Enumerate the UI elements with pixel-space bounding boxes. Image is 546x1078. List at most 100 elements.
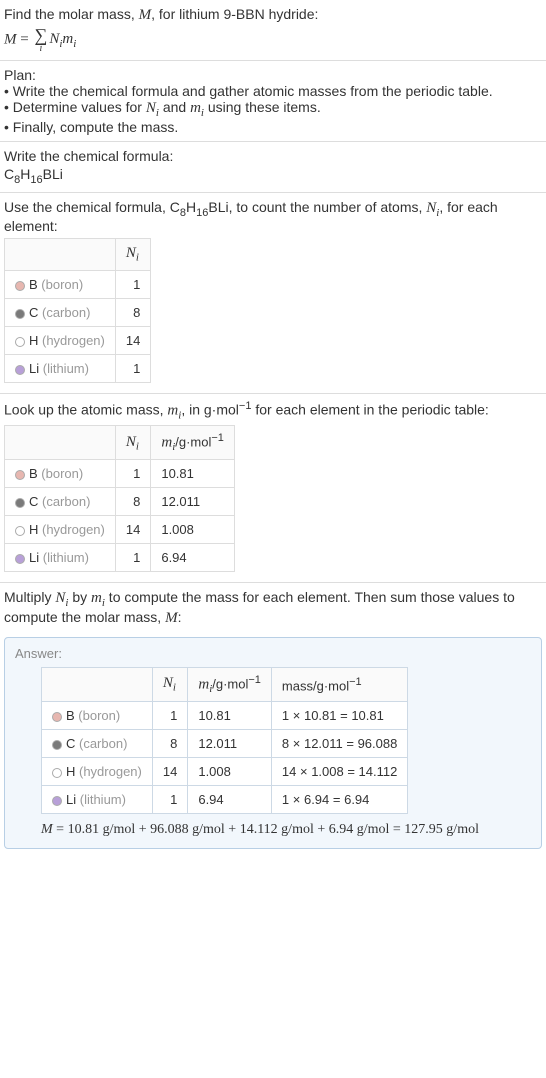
element-swatch-icon (15, 365, 25, 375)
value-cell: 8 (115, 298, 150, 326)
element-swatch-icon (52, 740, 62, 750)
col-N-i: i (136, 252, 139, 264)
value-cell: 10.81 (151, 460, 235, 488)
table-row: H (hydrogen)141.00814 × 1.008 = 14.112 (42, 758, 408, 786)
element-cell: C (carbon) (5, 488, 116, 516)
eq-mi: i (73, 38, 76, 50)
table-row: Li (lithium)1 (5, 354, 151, 382)
element-name: (carbon) (75, 736, 127, 751)
plan-b2-m: m (190, 100, 201, 116)
table-row: B (boron)1 (5, 270, 151, 298)
element-swatch-icon (15, 281, 25, 291)
answer-label: Answer: (15, 646, 531, 661)
element-symbol: C (66, 736, 75, 751)
element-symbol: H (29, 522, 38, 537)
acol-unit: /g·mol (212, 676, 248, 691)
plan-bullet-3: • Finally, compute the mass. (4, 119, 542, 135)
value-cell: 14 (152, 758, 187, 786)
cf-16: 16 (30, 174, 42, 186)
element-cell: B (boron) (42, 702, 153, 730)
intro-section: Find the molar mass, M, for lithium 9-BB… (0, 0, 546, 61)
element-symbol: B (29, 466, 38, 481)
acol-m: m (198, 676, 209, 692)
mcol-unit: /g·mol (175, 435, 211, 450)
element-name: (hydrogen) (38, 522, 104, 537)
acol-N: N (163, 675, 173, 691)
mass-m: m (167, 403, 178, 419)
value-cell: 1 × 6.94 = 6.94 (271, 786, 407, 814)
cf2-H: H (186, 199, 196, 215)
element-name: (boron) (38, 466, 84, 481)
sigma-index: i (40, 44, 43, 54)
value-cell: 8 × 12.011 = 96.088 (271, 730, 407, 758)
final-calculation: M = 10.81 g/mol + 96.088 g/mol + 14.112 … (41, 822, 531, 838)
plan-bullet-1: • Write the chemical formula and gather … (4, 83, 542, 99)
mcol-m: m (161, 435, 172, 451)
cf-C: C (4, 166, 14, 182)
plan-bullet-2: • Determine values for Ni and mi using t… (4, 99, 542, 119)
acol-exp: −1 (248, 674, 261, 686)
element-swatch-icon (15, 309, 25, 319)
table-header-row: Ni (5, 239, 151, 271)
plan-b2-and: and (159, 99, 190, 115)
element-swatch-icon (52, 712, 62, 722)
final-M: M (41, 822, 53, 837)
mass-c: for each element in the periodic table: (251, 402, 488, 418)
value-cell: 14 (115, 326, 150, 354)
value-cell: 6.94 (151, 544, 235, 572)
element-swatch-icon (15, 526, 25, 536)
intro-M: M (139, 7, 152, 23)
count-table: Ni B (boron)1C (carbon)8H (hydrogen)14Li… (4, 238, 151, 383)
element-cell: B (boron) (5, 460, 116, 488)
element-symbol: C (29, 494, 38, 509)
element-symbol: B (29, 277, 38, 292)
col-Ni: Ni (115, 426, 150, 460)
acol-Ni: i (173, 682, 176, 694)
plan-section: Plan: • Write the chemical formula and g… (0, 61, 546, 142)
col-mi: mi/g·mol−1 (151, 426, 235, 460)
final-eq: = 10.81 g/mol + 96.088 g/mol + 14.112 g/… (53, 822, 479, 837)
col-Ni: Ni (115, 239, 150, 271)
eq-Nimi: Nimi (49, 31, 76, 50)
mass-section: Look up the atomic mass, mi, in g·mol−1 … (0, 394, 546, 583)
element-swatch-icon (15, 470, 25, 480)
element-swatch-icon (15, 498, 25, 508)
value-cell: 8 (152, 730, 187, 758)
cf2-16: 16 (196, 206, 208, 218)
mass-table: Ni mi/g·mol−1 B (boron)110.81C (carbon)8… (4, 425, 235, 572)
mass-a: Look up the atomic mass, (4, 402, 167, 418)
element-name: (carbon) (38, 305, 90, 320)
value-cell: 12.011 (188, 730, 272, 758)
mass-exp: −1 (239, 400, 252, 412)
table-row: B (boron)110.81 (5, 460, 235, 488)
count-a: Use the chemical formula, (4, 199, 170, 215)
element-cell: C (carbon) (5, 298, 116, 326)
element-symbol: Li (29, 361, 39, 376)
mcol-Ni: i (136, 440, 139, 452)
answer-box: Answer: Ni mi/g·mol−1 mass/g·mol −1 B (bo… (4, 637, 542, 849)
count-text: Use the chemical formula, C8H16BLi, to c… (4, 199, 542, 235)
count-N: N (426, 200, 436, 216)
chemical-formula: C8H16BLi (4, 166, 542, 186)
element-cell: C (carbon) (42, 730, 153, 758)
element-cell: Li (lithium) (5, 354, 116, 382)
acol-mass: mass/g·mol (282, 678, 349, 693)
cf2-C: C (170, 199, 180, 215)
element-name: (hydrogen) (75, 764, 141, 779)
plan-heading: Plan: (4, 67, 542, 83)
multiply-section: Multiply Ni by mi to compute the mass fo… (0, 583, 546, 633)
mult-m: m (91, 590, 102, 606)
col-mi: mi/g·mol−1 (188, 668, 272, 702)
intro-equation: M = ∑iNimi (4, 26, 542, 54)
table-row: H (hydrogen)141.008 (5, 516, 235, 544)
value-cell: 1 (115, 544, 150, 572)
cf-BLi: BLi (43, 166, 63, 182)
element-name: (boron) (38, 277, 84, 292)
value-cell: 1 (152, 702, 187, 730)
element-name: (hydrogen) (38, 333, 104, 348)
intro-text: Find the molar mass, M, for lithium 9-BB… (4, 6, 542, 24)
mult-a: Multiply (4, 589, 55, 605)
formula-section: Write the chemical formula: C8H16BLi (0, 142, 546, 193)
mass-text: Look up the atomic mass, mi, in g·mol−1 … (4, 400, 542, 421)
element-swatch-icon (52, 796, 62, 806)
